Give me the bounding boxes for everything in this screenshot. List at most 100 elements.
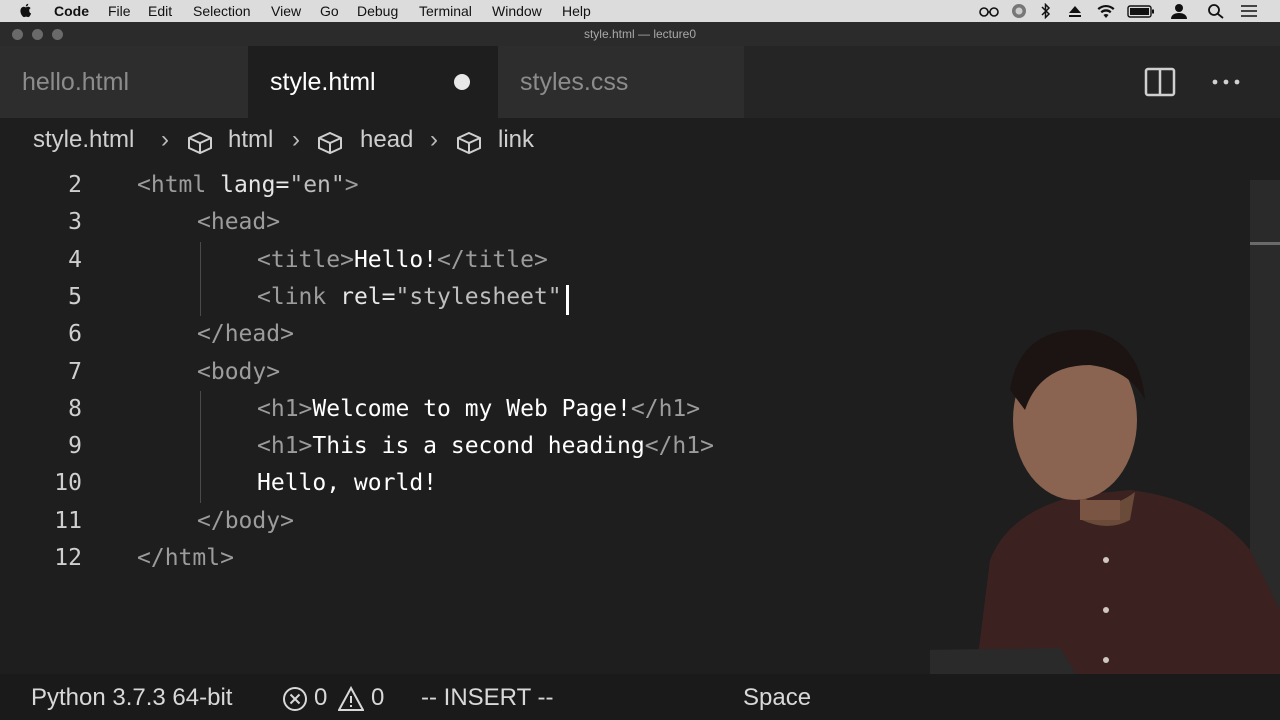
menu-debug[interactable]: Debug bbox=[357, 3, 398, 19]
warning-icon[interactable] bbox=[338, 686, 364, 712]
code-line[interactable]: <html lang="en"> bbox=[137, 172, 359, 198]
scrollbar-position-marker bbox=[1250, 242, 1280, 245]
vim-mode-indicator: -- INSERT -- bbox=[421, 684, 554, 711]
code-token: lang= bbox=[220, 172, 290, 198]
line-number: 12 bbox=[54, 545, 82, 571]
code-token: > bbox=[344, 172, 359, 198]
presenter-video-overlay bbox=[930, 329, 1280, 720]
error-count[interactable]: 0 bbox=[314, 684, 327, 712]
code-token: Welcome to my Web Page! bbox=[312, 395, 631, 422]
warning-count[interactable]: 0 bbox=[371, 684, 384, 712]
code-line[interactable]: </head> bbox=[197, 321, 294, 347]
breadcrumb-html[interactable]: html bbox=[228, 126, 273, 154]
window-title: style.html — lecture0 bbox=[583, 27, 697, 41]
python-interpreter[interactable]: Python 3.7.3 64-bit bbox=[31, 684, 232, 712]
search-icon[interactable] bbox=[1207, 3, 1225, 19]
tab-style-html[interactable]: style.html bbox=[248, 46, 498, 118]
tab-hello-html[interactable]: hello.html bbox=[0, 46, 248, 118]
line-number: 11 bbox=[54, 507, 82, 534]
code-line[interactable]: </html> bbox=[137, 545, 234, 571]
line-number: 5 bbox=[68, 283, 82, 310]
code-token: <link bbox=[257, 283, 341, 310]
code-token: <head> bbox=[197, 209, 281, 236]
line-number: 10 bbox=[54, 470, 82, 497]
code-token: </body> bbox=[197, 507, 294, 534]
menu-go[interactable]: Go bbox=[320, 3, 339, 19]
symbol-cube-icon bbox=[318, 131, 342, 155]
line-number: 7 bbox=[68, 358, 82, 385]
code-line[interactable]: <head> bbox=[197, 209, 280, 235]
code-line[interactable]: Hello, world! bbox=[257, 470, 437, 496]
editor-tab-bar: hello.html style.html styles.css bbox=[0, 46, 1280, 118]
user-icon[interactable] bbox=[1170, 3, 1188, 19]
line-number: 3 bbox=[68, 209, 82, 236]
code-token: <body> bbox=[197, 358, 281, 385]
code-line[interactable]: </body> bbox=[197, 508, 294, 534]
line-number: 9 bbox=[68, 433, 82, 460]
indent-guide bbox=[200, 391, 201, 503]
breadcrumb: style.html › html › head › link bbox=[0, 118, 1280, 164]
menu-edit[interactable]: Edit bbox=[148, 3, 172, 19]
breadcrumb-separator-icon: › bbox=[161, 126, 169, 153]
wifi-icon[interactable] bbox=[1096, 3, 1116, 19]
code-token: <h1> bbox=[257, 433, 313, 460]
window-title-bar: style.html — lecture0 bbox=[0, 22, 1280, 46]
menu-app-name[interactable]: Code bbox=[54, 3, 89, 19]
status-bar: Python 3.7.3 64-bit 0 0 -- INSERT -- Spa… bbox=[0, 674, 1280, 720]
code-token: <html bbox=[137, 172, 221, 198]
menu-selection[interactable]: Selection bbox=[193, 3, 251, 19]
code-line[interactable]: <body> bbox=[197, 359, 280, 385]
code-token: </h1> bbox=[630, 395, 701, 422]
eject-icon[interactable] bbox=[1068, 3, 1082, 19]
menu-help[interactable]: Help bbox=[562, 3, 591, 19]
breadcrumb-separator-icon: › bbox=[292, 126, 300, 153]
code-line[interactable]: <link rel="stylesheet" bbox=[257, 284, 562, 310]
symbol-cube-icon bbox=[457, 131, 481, 155]
code-token: </head> bbox=[197, 321, 294, 348]
code-token: Hello! bbox=[353, 246, 438, 273]
code-token: </h1> bbox=[644, 433, 714, 460]
code-token: Hello, world! bbox=[257, 470, 438, 497]
line-number: 2 bbox=[68, 172, 82, 198]
tab-label: styles.css bbox=[520, 68, 629, 96]
indentation-setting[interactable]: Space bbox=[743, 684, 811, 712]
split-editor-icon[interactable] bbox=[1144, 66, 1176, 98]
tab-label: hello.html bbox=[22, 68, 129, 96]
macos-menu-bar: Code File Edit Selection View Go Debug T… bbox=[0, 0, 1280, 22]
breadcrumb-separator-icon: › bbox=[430, 126, 438, 153]
code-token: This is a second heading bbox=[312, 433, 645, 460]
list-icon[interactable] bbox=[1240, 3, 1258, 19]
code-line[interactable]: <title>Hello!</title> bbox=[257, 247, 548, 273]
code-token: rel= bbox=[340, 283, 396, 310]
more-actions-icon[interactable] bbox=[1210, 66, 1242, 98]
breadcrumb-link[interactable]: link bbox=[498, 126, 534, 154]
menu-terminal[interactable]: Terminal bbox=[419, 3, 472, 19]
line-number: 8 bbox=[68, 395, 82, 422]
tab-styles-css[interactable]: styles.css bbox=[498, 46, 744, 118]
breadcrumb-head[interactable]: head bbox=[360, 126, 413, 154]
code-token: "stylesheet" bbox=[395, 283, 562, 310]
line-number: 4 bbox=[68, 246, 82, 273]
menu-window[interactable]: Window bbox=[492, 3, 542, 19]
code-token: <h1> bbox=[257, 395, 313, 422]
app-badge-icon[interactable] bbox=[1010, 3, 1028, 19]
code-token: "en" bbox=[289, 172, 345, 198]
glasses-icon[interactable] bbox=[978, 3, 1000, 19]
code-token: <title> bbox=[257, 246, 354, 273]
code-token: </title> bbox=[437, 246, 548, 273]
menu-view[interactable]: View bbox=[271, 3, 301, 19]
error-icon[interactable] bbox=[282, 686, 308, 712]
menu-file[interactable]: File bbox=[108, 3, 131, 19]
unsaved-changes-dot-icon[interactable] bbox=[454, 74, 470, 90]
code-line[interactable]: <h1>Welcome to my Web Page!</h1> bbox=[257, 396, 700, 422]
tab-label: style.html bbox=[270, 68, 376, 96]
line-number: 6 bbox=[68, 321, 82, 348]
symbol-cube-icon bbox=[188, 131, 212, 155]
breadcrumb-file[interactable]: style.html bbox=[33, 126, 134, 154]
apple-logo-icon[interactable] bbox=[18, 2, 34, 18]
code-line[interactable]: <h1>This is a second heading</h1> bbox=[257, 433, 714, 459]
battery-icon[interactable] bbox=[1127, 3, 1155, 19]
bluetooth-icon[interactable] bbox=[1040, 3, 1052, 19]
code-token: </html> bbox=[137, 545, 234, 571]
indent-guide bbox=[200, 242, 201, 316]
